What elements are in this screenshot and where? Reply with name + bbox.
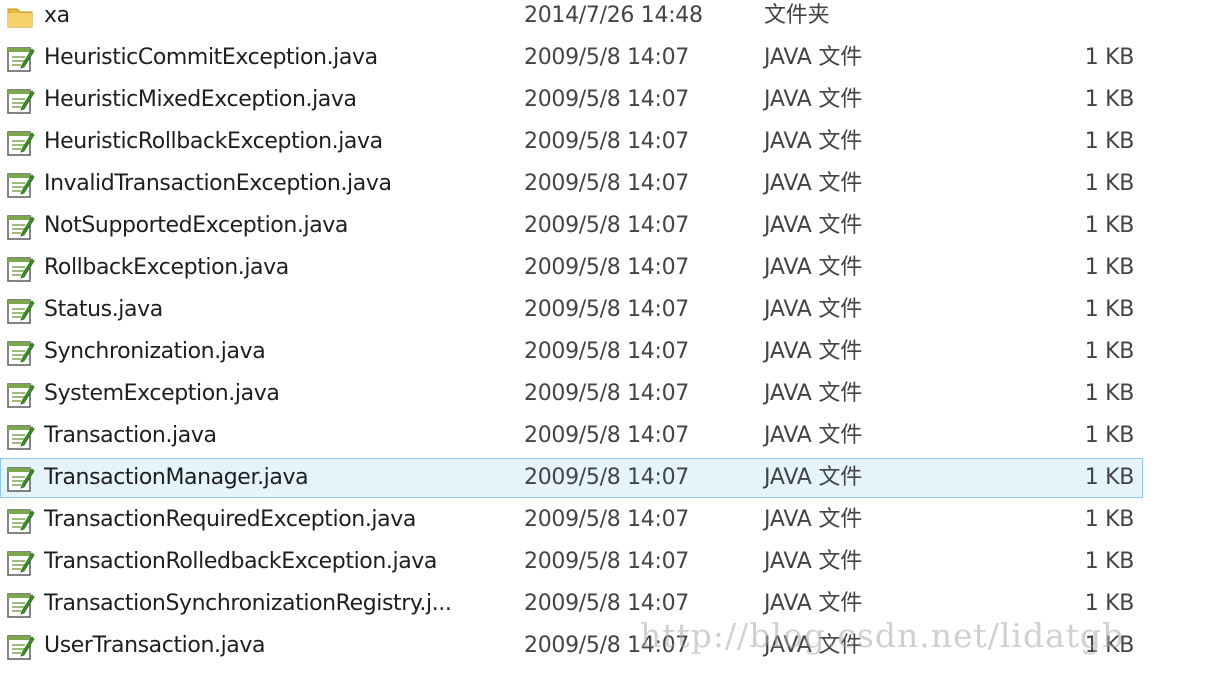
file-name: Status.java [44, 297, 163, 322]
file-size: 1 KB [1084, 381, 1135, 406]
file-type: JAVA 文件 [764, 507, 863, 532]
date-modified: 2009/5/8 14:07 [524, 171, 690, 196]
file-name: UserTransaction.java [44, 633, 266, 658]
file-size: 1 KB [1084, 129, 1135, 154]
file-size: 1 KB [1084, 465, 1135, 490]
java-file-icon [7, 173, 35, 198]
java-file-icon [7, 89, 35, 114]
file-type: JAVA 文件 [764, 381, 863, 406]
file-type: JAVA 文件 [764, 87, 863, 112]
list-item[interactable]: NotSupportedException.java 2009/5/8 14:07… [0, 206, 1143, 246]
file-type: JAVA 文件 [764, 45, 863, 70]
date-modified: 2009/5/8 14:07 [524, 129, 690, 154]
java-file-icon [7, 509, 35, 534]
file-type: JAVA 文件 [764, 591, 863, 616]
list-item[interactable]: RollbackException.java 2009/5/8 14:07 JAVA… [0, 248, 1143, 288]
java-file-icon [7, 257, 35, 282]
java-file-icon [7, 383, 35, 408]
file-size: 1 KB [1084, 255, 1135, 280]
file-size: 1 KB [1084, 213, 1135, 238]
file-type: JAVA 文件 [764, 213, 863, 238]
list-item[interactable]: Transaction.java 2009/5/8 14:07 JAVA 文件 1 K… [0, 416, 1143, 456]
list-item[interactable]: HeuristicMixedException.java 2009/5/8 14:… [0, 80, 1143, 120]
date-modified: 2009/5/8 14:07 [524, 213, 690, 238]
date-modified: 2009/5/8 14:07 [524, 87, 690, 112]
file-name: HeuristicCommitException.java [44, 45, 378, 70]
file-name: xa [44, 3, 70, 28]
date-modified: 2009/5/8 14:07 [524, 423, 690, 448]
list-item[interactable]: InvalidTransactionException.java 2009/5/8… [0, 164, 1143, 204]
file-size: 1 KB [1084, 423, 1135, 448]
date-modified: 2014/7/26 14:48 [524, 3, 703, 28]
file-size: 1 KB [1084, 633, 1135, 658]
date-modified: 2009/5/8 14:07 [524, 255, 690, 280]
list-item[interactable]: TransactionRolledbackException.java 2009/… [0, 542, 1143, 582]
file-type: 文件夹 [764, 3, 830, 28]
date-modified: 2009/5/8 14:07 [524, 633, 690, 658]
list-item[interactable]: Status.java 2009/5/8 14:07 JAVA 文件 1 KB [0, 290, 1143, 330]
file-name: TransactionManager.java [44, 465, 309, 490]
file-name: TransactionRequiredException.java [44, 507, 416, 532]
list-item[interactable]: HeuristicCommitException.java 2009/5/8 14… [0, 38, 1143, 78]
file-size: 1 KB [1084, 171, 1135, 196]
java-file-icon [7, 551, 35, 576]
file-type: JAVA 文件 [764, 549, 863, 574]
list-item[interactable]: Synchronization.java 2009/5/8 14:07 JAVA 文… [0, 332, 1143, 372]
list-item[interactable]: TransactionManager.java 2009/5/8 14:07 JAV… [0, 458, 1143, 498]
file-name: SystemException.java [44, 381, 280, 406]
java-file-icon [7, 299, 35, 324]
java-file-icon [7, 215, 35, 240]
java-file-icon [7, 635, 35, 660]
date-modified: 2009/5/8 14:07 [524, 465, 690, 490]
java-file-icon [7, 341, 35, 366]
java-file-icon [7, 47, 35, 72]
file-type: JAVA 文件 [764, 171, 863, 196]
file-type: JAVA 文件 [764, 465, 863, 490]
file-type: JAVA 文件 [764, 297, 863, 322]
file-name: RollbackException.java [44, 255, 289, 280]
file-type: JAVA 文件 [764, 255, 863, 280]
file-type: JAVA 文件 [764, 339, 863, 364]
date-modified: 2009/5/8 14:07 [524, 591, 690, 616]
list-item[interactable]: SystemException.java 2009/5/8 14:07 JAVA 文… [0, 374, 1143, 414]
list-item[interactable]: TransactionSynchronizationRegistry.j... 2… [0, 584, 1143, 624]
folder-icon [7, 8, 33, 28]
file-type: JAVA 文件 [764, 633, 863, 658]
file-name: HeuristicRollbackException.java [44, 129, 383, 154]
list-item-folder[interactable]: xa 2014/7/26 14:48 文件夹 [0, 0, 1143, 36]
file-size: 1 KB [1084, 45, 1135, 70]
file-size: 1 KB [1084, 87, 1135, 112]
file-size: 1 KB [1084, 549, 1135, 574]
java-file-icon [7, 467, 35, 492]
file-type: JAVA 文件 [764, 129, 863, 154]
date-modified: 2009/5/8 14:07 [524, 339, 690, 364]
file-type: JAVA 文件 [764, 423, 863, 448]
list-item[interactable]: HeuristicRollbackException.java 2009/5/8 … [0, 122, 1143, 162]
file-name: InvalidTransactionException.java [44, 171, 392, 196]
file-name: Synchronization.java [44, 339, 266, 364]
java-file-icon [7, 425, 35, 450]
list-item[interactable]: UserTransaction.java 2009/5/8 14:07 JAVA 文… [0, 626, 1143, 666]
file-size: 1 KB [1084, 507, 1135, 532]
date-modified: 2009/5/8 14:07 [524, 549, 690, 574]
file-name: Transaction.java [44, 423, 217, 448]
date-modified: 2009/5/8 14:07 [524, 381, 690, 406]
file-size: 1 KB [1084, 591, 1135, 616]
file-size: 1 KB [1084, 297, 1135, 322]
date-modified: 2009/5/8 14:07 [524, 297, 690, 322]
file-name: TransactionSynchronizationRegistry.j... [44, 591, 452, 616]
file-name: NotSupportedException.java [44, 213, 348, 238]
file-name: TransactionRolledbackException.java [44, 549, 437, 574]
file-size: 1 KB [1084, 339, 1135, 364]
java-file-icon [7, 131, 35, 156]
java-file-icon [7, 593, 35, 618]
date-modified: 2009/5/8 14:07 [524, 45, 690, 70]
date-modified: 2009/5/8 14:07 [524, 507, 690, 532]
file-name: HeuristicMixedException.java [44, 87, 357, 112]
list-item[interactable]: TransactionRequiredException.java 2009/5/… [0, 500, 1143, 540]
